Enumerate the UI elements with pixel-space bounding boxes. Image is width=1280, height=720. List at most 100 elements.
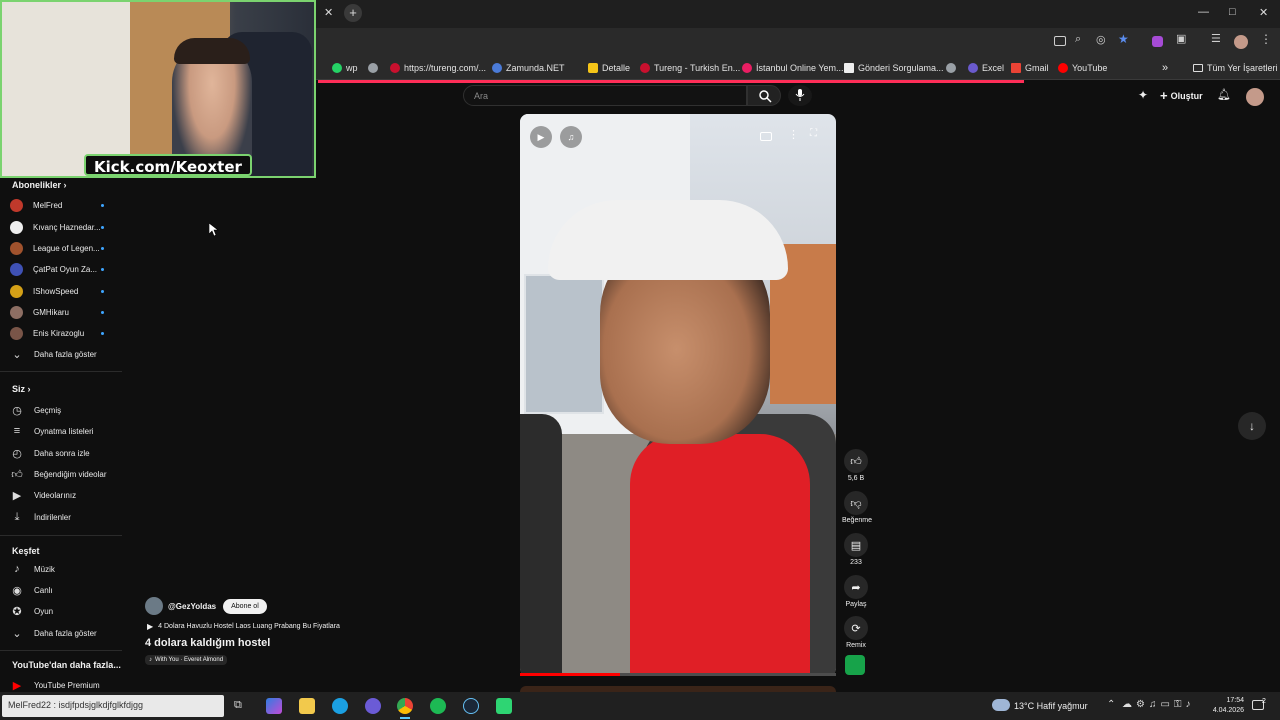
you-title[interactable]: Siz ›	[12, 384, 31, 394]
video-progress-bar[interactable]	[520, 673, 836, 676]
bookmark-globe[interactable]	[368, 60, 378, 76]
comments-button[interactable]: ▤ 233	[842, 533, 870, 566]
new-tab-button[interactable]: +	[344, 4, 362, 22]
fullscreen-icon[interactable]: ⛶	[810, 128, 817, 139]
music-pill[interactable]: ♪ With You · Everet Almond	[145, 655, 228, 665]
video-volume-button[interactable]: ♫	[560, 126, 582, 148]
task-view-icon[interactable]: ⧉	[234, 699, 242, 712]
copilot-icon[interactable]	[266, 698, 282, 714]
extension-icon[interactable]	[1152, 36, 1163, 47]
subscription-item[interactable]: ÇatPat Oyun Za...	[10, 260, 120, 278]
live-icon: ◉	[12, 584, 22, 597]
bookmark-tureng[interactable]: https://tureng.com/...	[390, 60, 486, 76]
video-window	[524, 274, 604, 414]
close-window-button[interactable]: ✕	[1259, 6, 1268, 19]
sidebar-item-gaming[interactable]: ✪ Oyun	[10, 602, 120, 620]
voice-search-button[interactable]	[788, 85, 812, 106]
subscription-item[interactable]: Enis Kirazoglu	[10, 324, 120, 342]
profile-avatar[interactable]	[1234, 35, 1248, 49]
more-bookmarks-button[interactable]: »	[1162, 60, 1168, 76]
cast-icon[interactable]: ✦	[1138, 88, 1148, 102]
chevron-up-icon[interactable]: ⌃	[1107, 699, 1115, 710]
bookmark-youtube[interactable]: YouTube	[1058, 60, 1107, 76]
sidebar-item-watch-later[interactable]: ◴ Daha sonra izle	[10, 444, 120, 462]
file-explorer-icon[interactable]	[299, 698, 315, 714]
channel-avatar	[10, 262, 23, 276]
subscriptions-title[interactable]: Abonelikler ›	[12, 180, 67, 190]
app-icon[interactable]	[365, 698, 381, 714]
search-button[interactable]	[747, 85, 781, 106]
menu-icon[interactable]: ⋮	[1260, 32, 1272, 46]
video-play-button[interactable]: ▶	[530, 126, 552, 148]
puzzle-icon[interactable]: ▣	[1176, 32, 1186, 45]
bookmark-gmail[interactable]: Gmail	[1011, 60, 1049, 76]
clock[interactable]: 17:54 4.04.2026	[1204, 696, 1244, 716]
sidebar-item-history[interactable]: ◷ Geçmiş	[10, 401, 120, 419]
zoom-icon[interactable]: ⌕	[1075, 33, 1081, 46]
playlist-link[interactable]: ▶ 4 Dolara Havuzlu Hostel Laos Luang Pra…	[147, 622, 340, 631]
short-video-player[interactable]: ▶ ♫ ⋮ ⛶	[520, 114, 836, 676]
channel-avatar[interactable]	[145, 597, 163, 615]
subscription-item[interactable]: MelFred	[10, 196, 120, 214]
notification-button[interactable]: 2	[1252, 698, 1270, 714]
subscribe-button[interactable]: Abone ol	[223, 598, 267, 614]
sidebar-item-music[interactable]: ♪ Müzik	[10, 560, 120, 578]
microphone-icon	[795, 89, 805, 101]
more-options-icon[interactable]: ⋮	[788, 128, 799, 141]
app-green-icon[interactable]	[496, 698, 512, 714]
arrow-down-icon: ↓	[1249, 419, 1255, 433]
music-note-icon: ♪	[14, 563, 20, 575]
edge-icon[interactable]	[332, 698, 348, 714]
steam-icon[interactable]	[463, 698, 479, 714]
like-button[interactable]: 👍︎ 5,6 B	[842, 449, 870, 482]
tray-icons[interactable]: ☁⚙♫▭⚿♪	[1122, 699, 1195, 710]
search-input[interactable]: Ara	[463, 85, 747, 106]
bell-icon[interactable]: 🔔︎	[1217, 88, 1231, 101]
eye-off-icon[interactable]: ◎	[1096, 33, 1106, 46]
sidebar-item-your-videos[interactable]: ▶ Videolarınız	[10, 486, 120, 504]
install-app-icon[interactable]	[1054, 36, 1066, 46]
minimize-button[interactable]: —	[1198, 6, 1209, 18]
all-bookmarks-button[interactable]: Tüm Yer İşaretleri	[1193, 60, 1278, 76]
bookmark-wp[interactable]: wp	[332, 60, 358, 76]
dislike-button[interactable]: 👎︎ Beğenme	[842, 491, 872, 524]
subscription-item[interactable]: Kıvanç Haznedar...	[10, 218, 120, 236]
download-icon: ⤓	[14, 510, 20, 523]
account-avatar[interactable]	[1246, 88, 1264, 106]
remix-button[interactable]: ⟳ Remix	[842, 616, 870, 649]
show-more-subscriptions[interactable]: ⌄ Daha fazla göster	[10, 345, 120, 363]
next-video-button[interactable]: ↓	[1238, 412, 1266, 440]
star-icon[interactable]: ★	[1118, 32, 1129, 46]
webcam-overlay	[0, 0, 316, 178]
spotify-icon[interactable]	[430, 698, 446, 714]
create-button[interactable]: + Oluştur	[1160, 88, 1203, 103]
search-icon	[759, 90, 772, 103]
show-more-explore[interactable]: ⌄ Daha fazla göster	[10, 624, 120, 642]
subscription-item[interactable]: IShowSpeed	[10, 282, 120, 300]
bookmark-istanbul[interactable]: İstanbul Online Yem...	[742, 60, 844, 76]
sidebar-item-downloads[interactable]: ⤓ İndirilenler	[10, 508, 120, 526]
bookmark-globe-2[interactable]	[946, 60, 956, 76]
bookmark-zamunda[interactable]: Zamunda.NET	[492, 60, 565, 76]
bookmark-excel[interactable]: Excel	[968, 60, 1004, 76]
new-content-dot	[101, 226, 104, 229]
chrome-icon[interactable]	[397, 698, 413, 714]
captions-icon[interactable]	[760, 132, 772, 141]
media-control-icon[interactable]: ☰	[1211, 32, 1221, 45]
close-tab-icon[interactable]: ✕	[324, 6, 333, 19]
notification-count: 2	[1262, 698, 1266, 705]
bookmark-detalle[interactable]: Detalle	[588, 60, 630, 76]
maximize-button[interactable]: □	[1229, 6, 1236, 18]
sound-thumbnail[interactable]	[845, 655, 865, 675]
subscription-item[interactable]: League of Legen...	[10, 239, 120, 257]
weather-icon[interactable]	[992, 699, 1010, 711]
share-button[interactable]: ➦ Paylaş	[842, 575, 870, 608]
sidebar-item-liked[interactable]: 👍︎ Beğendiğim videolar	[10, 465, 120, 483]
sidebar-item-playlists[interactable]: ≡ Oynatma listeleri	[10, 422, 120, 440]
weather-text[interactable]: 13°C Hafif yağmur	[1014, 701, 1088, 711]
bookmark-tureng-2[interactable]: Tureng - Turkish En...	[640, 60, 740, 76]
channel-name[interactable]: @GezYoldas	[168, 602, 216, 611]
sidebar-item-live[interactable]: ◉ Canlı	[10, 581, 120, 599]
subscription-item[interactable]: GMHikaru	[10, 303, 120, 321]
bookmark-gonderi[interactable]: Gönderi Sorgulama...	[844, 60, 944, 76]
